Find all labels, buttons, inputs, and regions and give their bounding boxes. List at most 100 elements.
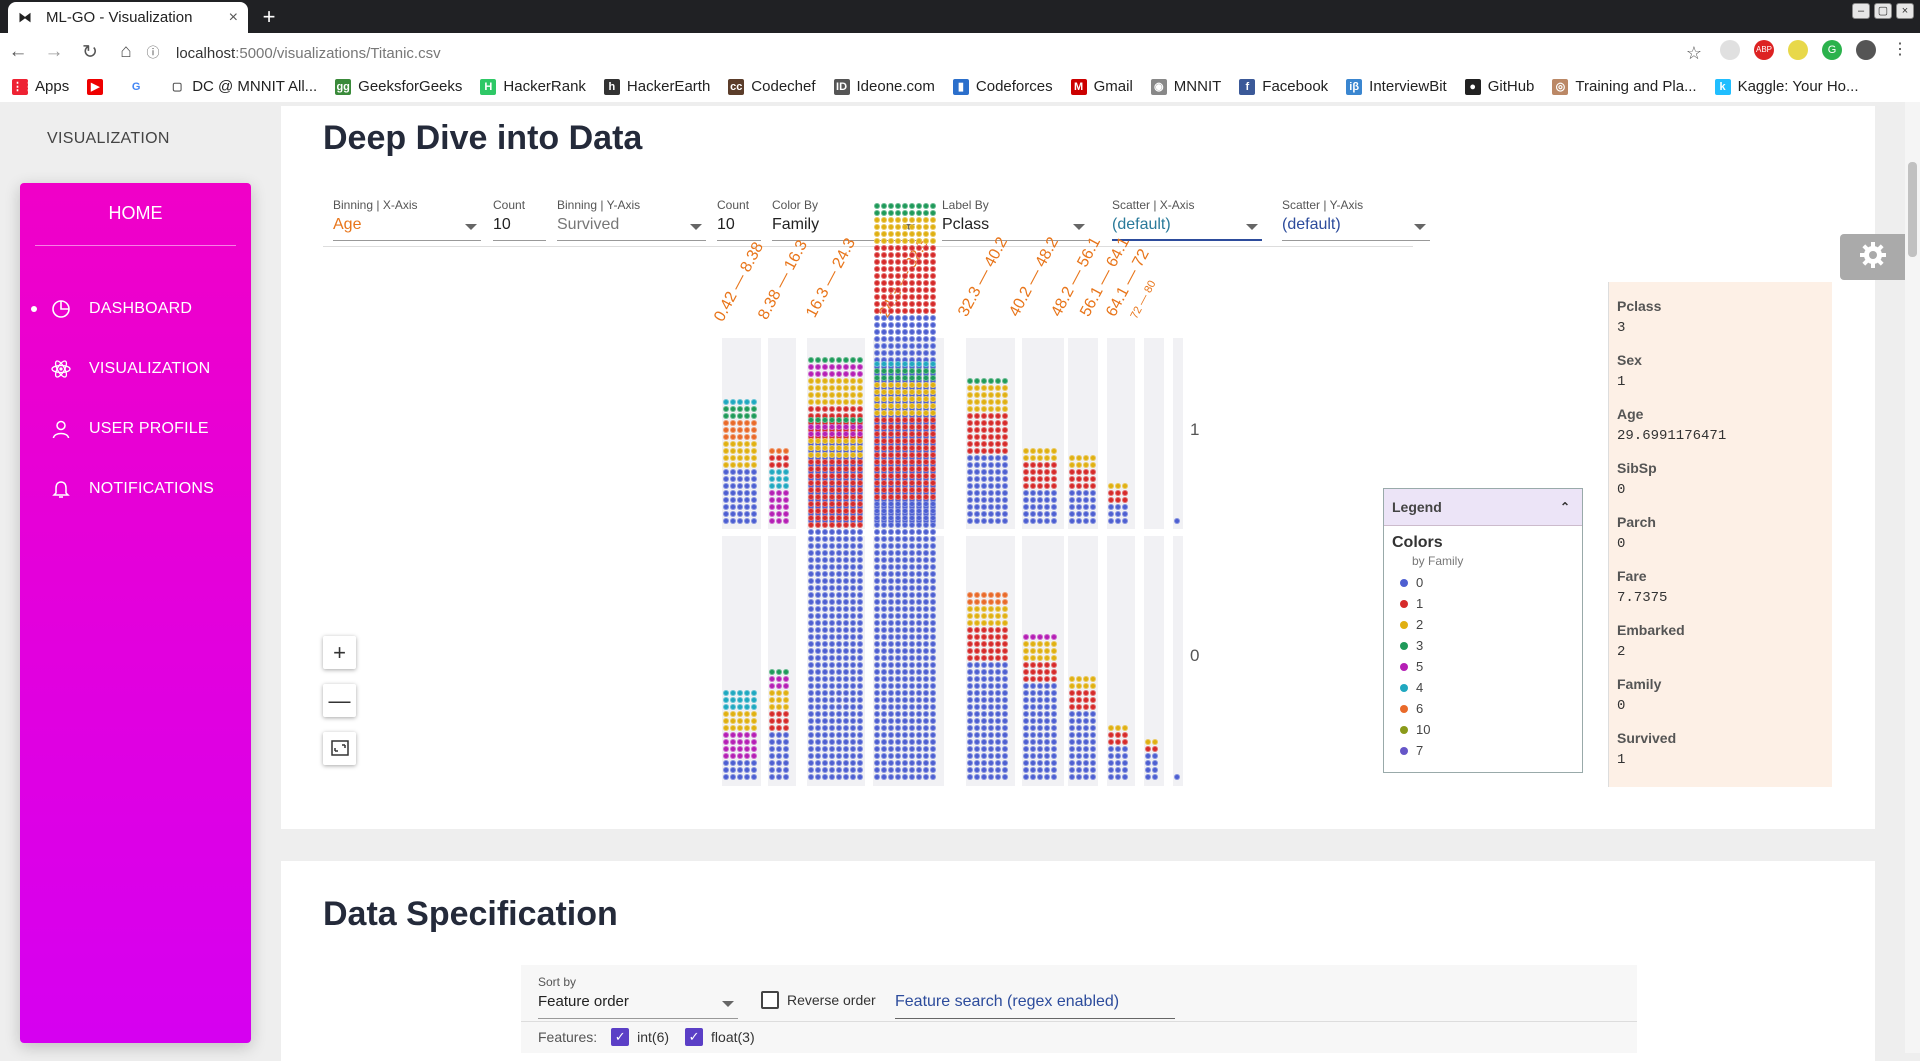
data-point[interactable] [902,329,908,335]
data-point[interactable] [902,410,908,416]
data-point[interactable] [1044,739,1050,745]
data-point[interactable] [1108,511,1114,517]
data-point[interactable] [769,669,775,675]
data-point[interactable] [843,606,849,612]
data-point[interactable] [1044,511,1050,517]
data-point[interactable] [874,224,880,230]
data-point[interactable] [988,599,994,605]
data-point[interactable] [850,599,856,605]
data-point[interactable] [902,508,908,514]
data-point[interactable] [888,361,894,367]
data-point[interactable] [930,210,936,216]
data-point[interactable] [881,308,887,314]
data-point[interactable] [895,308,901,314]
data-point[interactable] [909,487,915,493]
data-point[interactable] [836,406,842,412]
data-point[interactable] [1051,455,1057,461]
data-point[interactable] [881,259,887,265]
data-point[interactable] [1108,518,1114,524]
legend-item[interactable]: 0 [1384,572,1582,593]
data-point[interactable] [888,301,894,307]
data-point[interactable] [829,753,835,759]
data-point[interactable] [857,592,863,598]
data-point[interactable] [909,459,915,465]
data-point[interactable] [783,518,789,524]
data-point[interactable] [881,529,887,535]
data-point[interactable] [808,760,814,766]
data-point[interactable] [895,725,901,731]
data-point[interactable] [909,571,915,577]
data-point[interactable] [988,627,994,633]
data-point[interactable] [881,487,887,493]
data-point[interactable] [902,452,908,458]
data-point[interactable] [923,403,929,409]
data-point[interactable] [902,280,908,286]
data-point[interactable] [776,697,782,703]
data-point[interactable] [843,445,849,451]
data-point[interactable] [974,662,980,668]
data-point[interactable] [1083,490,1089,496]
data-point[interactable] [1051,518,1057,524]
data-point[interactable] [888,585,894,591]
data-point[interactable] [895,224,901,230]
data-point[interactable] [1002,606,1008,612]
data-point[interactable] [881,746,887,752]
data-point[interactable] [783,504,789,510]
data-point[interactable] [1108,732,1114,738]
data-point[interactable] [981,690,987,696]
data-point[interactable] [836,378,842,384]
data-point[interactable] [1051,634,1057,640]
data-point[interactable] [981,476,987,482]
data-point[interactable] [1030,497,1036,503]
data-point[interactable] [923,343,929,349]
data-point[interactable] [1030,704,1036,710]
data-point[interactable] [751,434,757,440]
data-point[interactable] [836,578,842,584]
data-point[interactable] [874,711,880,717]
data-point[interactable] [850,515,856,521]
data-point[interactable] [1152,767,1158,773]
data-point[interactable] [857,371,863,377]
data-point[interactable] [1108,725,1114,731]
data-point[interactable] [1115,746,1121,752]
data-point[interactable] [874,585,880,591]
data-point[interactable] [1002,413,1008,419]
data-point[interactable] [1069,753,1075,759]
data-point[interactable] [829,620,835,626]
data-point[interactable] [881,473,887,479]
data-point[interactable] [995,441,1001,447]
data-point[interactable] [888,343,894,349]
data-point[interactable] [829,641,835,647]
data-point[interactable] [888,599,894,605]
data-point[interactable] [909,564,915,570]
data-point[interactable] [822,364,828,370]
data-point[interactable] [930,259,936,265]
data-point[interactable] [1051,462,1057,468]
data-point[interactable] [981,511,987,517]
data-point[interactable] [822,392,828,398]
data-point[interactable] [808,529,814,535]
data-point[interactable] [723,399,729,405]
data-point[interactable] [730,413,736,419]
data-point[interactable] [930,767,936,773]
data-point[interactable] [1037,774,1043,780]
data-point[interactable] [1002,490,1008,496]
data-point[interactable] [1090,490,1096,496]
data-point[interactable] [1023,504,1029,510]
data-point[interactable] [930,620,936,626]
scrollbar-thumb[interactable] [1908,162,1917,257]
data-point[interactable] [751,497,757,503]
data-point[interactable] [836,515,842,521]
data-point[interactable] [888,760,894,766]
data-point[interactable] [923,287,929,293]
data-point[interactable] [888,403,894,409]
data-point[interactable] [909,396,915,402]
data-point[interactable] [923,473,929,479]
data-point[interactable] [888,252,894,258]
data-point[interactable] [981,725,987,731]
data-point[interactable] [895,245,901,251]
close-tab-icon[interactable]: × [229,9,238,27]
data-point[interactable] [1051,746,1057,752]
data-point[interactable] [1083,690,1089,696]
data-point[interactable] [902,662,908,668]
